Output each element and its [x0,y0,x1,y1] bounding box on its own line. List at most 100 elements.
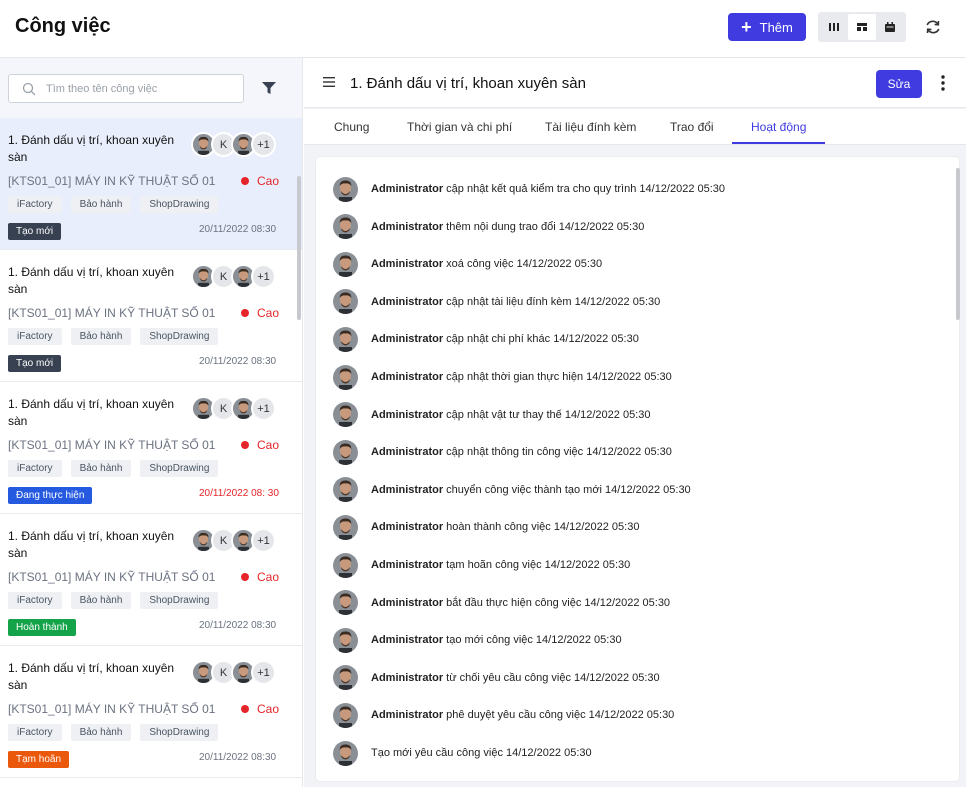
tag-list: iFactory Bảo hành ShopDrawing [8,196,219,213]
activity-item: Administrator xoá công việc 14/12/2022 0… [333,251,602,277]
kanban-view-button[interactable] [820,14,848,40]
task-card[interactable]: 1. Đánh dấu vị trí, khoan xuyên sàn K +1… [0,382,302,514]
tab-time-cost[interactable]: Thời gian và chi phí [407,120,512,134]
tag: iFactory [8,724,62,741]
menu-icon[interactable] [323,77,335,87]
tab-general[interactable]: Chung [334,120,369,134]
tag: ShopDrawing [140,460,219,477]
add-button[interactable]: + Thêm [728,13,806,41]
activity-text: Administrator cập nhật chi phí khác 14/1… [371,333,639,345]
layout-icon [857,23,867,31]
priority-dot-icon [241,177,249,185]
due-date: 20/11/2022 08:30 [199,620,277,631]
activity-item: Administrator cập nhật thông tin công vi… [333,439,672,465]
priority-text: Cao [257,570,280,584]
assignee-avatars: K +1 [191,660,276,685]
tag: Bảo hành [70,724,132,741]
assignee-avatars: K +1 [191,396,276,421]
task-detail-panel: 1. Đánh dấu vị trí, khoan xuyên sàn Sửa … [304,58,966,787]
search-row: Tìm theo tên công việc [0,58,302,118]
activity-description: cập nhật kết quả kiểm tra cho quy trình … [443,183,726,195]
edit-button[interactable]: Sửa [876,70,922,98]
task-cards: 1. Đánh dấu vị trí, khoan xuyên sàn K +1… [0,118,302,778]
device-code: [KTS01_01] MÁY IN KỸ THUẬT SỐ 01 [8,306,216,320]
more-options-icon[interactable] [941,75,945,91]
status-badge: Tạo mới [8,355,62,372]
activity-text: Administrator cập nhật tài liệu đính kèm… [371,296,660,308]
avatar [333,514,358,540]
activity-user: Administrator [371,709,444,722]
priority-dot-icon [241,441,249,449]
priority-text: Cao [257,702,280,716]
avatar [333,740,358,766]
search-input[interactable]: Tìm theo tên công việc [8,74,244,103]
activity-text: Administrator bắt đầu thực hiện công việ… [371,597,670,609]
device-code: [KTS01_01] MÁY IN KỸ THUẬT SỐ 01 [8,174,216,188]
activity-item: Administrator cập nhật kết quả kiểm tra … [333,176,725,202]
activity-item: Administrator cập nhật chi phí khác 14/1… [333,326,639,352]
activity-item: Administrator tạm hoãn công việc 14/12/2… [333,552,630,578]
active-tab-indicator [732,142,825,144]
list-scrollbar[interactable] [297,176,301,320]
avatar [333,364,358,390]
activity-text: Administrator hoàn thành công việc 14/12… [371,521,639,533]
task-card[interactable]: 1. Đánh dấu vị trí, khoan xuyên sàn K +1… [0,514,302,646]
page-title: Công việc [15,15,111,37]
due-date: 20/11/2022 08:30 [199,356,277,367]
due-date: 20/11/2022 08:30 [199,224,277,235]
calendar-icon [885,22,895,32]
plus-icon: + [741,17,752,37]
list-view-button[interactable] [848,14,876,40]
avatar [333,477,358,503]
more-assignees-badge: +1 [251,132,276,157]
activity-description: cập nhật thông tin công việc 14/12/2022 … [443,446,672,459]
detail-tabs: Chung Thời gian và chi phí Tài liệu đính… [304,109,966,145]
activity-text: Administrator phê duyệt yêu cầu công việ… [371,709,674,721]
search-icon [22,82,36,96]
activity-item: Administrator cập nhật tài liệu đính kèm… [333,289,660,315]
activity-user: Administrator [371,671,444,684]
tab-discussion[interactable]: Trao đổi [670,120,714,134]
activity-description: Tạo mới yêu cầu công việc 14/12/2022 05:… [371,747,592,759]
tag: iFactory [8,328,62,345]
status-badge: Tạm hoãn [8,751,70,768]
activity-text: Administrator cập nhật thời gian thực hi… [371,371,672,383]
more-assignees-badge: +1 [251,528,276,553]
filter-icon[interactable] [262,81,276,95]
tab-attachments[interactable]: Tài liệu đính kèm [545,120,636,134]
activity-user: Administrator [371,371,444,383]
activity-user: Administrator [371,521,444,534]
task-title: 1. Đánh dấu vị trí, khoan xuyên sàn [8,265,175,296]
task-card[interactable]: 1. Đánh dấu vị trí, khoan xuyên sàn K +1… [0,250,302,382]
activity-item: Administrator tạo mới công việc 14/12/20… [333,627,622,653]
due-date: 20/11/2022 08: 30 [199,488,279,499]
task-card[interactable]: 1. Đánh dấu vị trí, khoan xuyên sàn K +1… [0,118,302,250]
device-code: [KTS01_01] MÁY IN KỸ THUẬT SỐ 01 [8,702,216,716]
activity-user: Administrator [371,295,444,308]
activity-item: Administrator hoàn thành công việc 14/12… [333,514,639,540]
activity-item: Administrator từ chối yêu cầu công việc … [333,665,660,691]
activity-description: hoàn thành công việc 14/12/2022 05:30 [443,521,640,534]
assignee-avatars: K +1 [191,264,276,289]
detail-header: 1. Đánh dấu vị trí, khoan xuyên sàn Sửa [304,58,966,108]
tag: iFactory [8,460,62,477]
tab-activity[interactable]: Hoạt động [751,120,806,134]
activity-text: Administrator cập nhật thông tin công vi… [371,446,672,458]
avatar [333,590,358,616]
activity-description: cập nhật vật tư thay thế 14/12/2022 05:3… [443,408,651,421]
priority-text: Cao [257,174,280,188]
calendar-view-button[interactable] [876,14,904,40]
activity-text: Administrator cập nhật kết quả kiểm tra … [371,183,725,195]
activity-description: thêm nội dung trao đổi 14/12/2022 05:30 [443,220,645,233]
avatar [333,702,358,728]
activity-description: xoá công việc 14/12/2022 05:30 [443,258,603,271]
activity-user: Administrator [371,183,444,195]
activity-item: Administrator cập nhật thời gian thực hi… [333,364,672,390]
priority-dot-icon [241,309,249,317]
activity-scrollbar[interactable] [956,168,960,320]
assignee-avatars: K +1 [191,132,276,157]
refresh-icon[interactable] [922,16,944,38]
activity-user: Administrator [371,333,444,346]
task-card[interactable]: 1. Đánh dấu vị trí, khoan xuyên sàn K +1… [0,646,302,778]
priority-label: Cao [241,570,279,584]
